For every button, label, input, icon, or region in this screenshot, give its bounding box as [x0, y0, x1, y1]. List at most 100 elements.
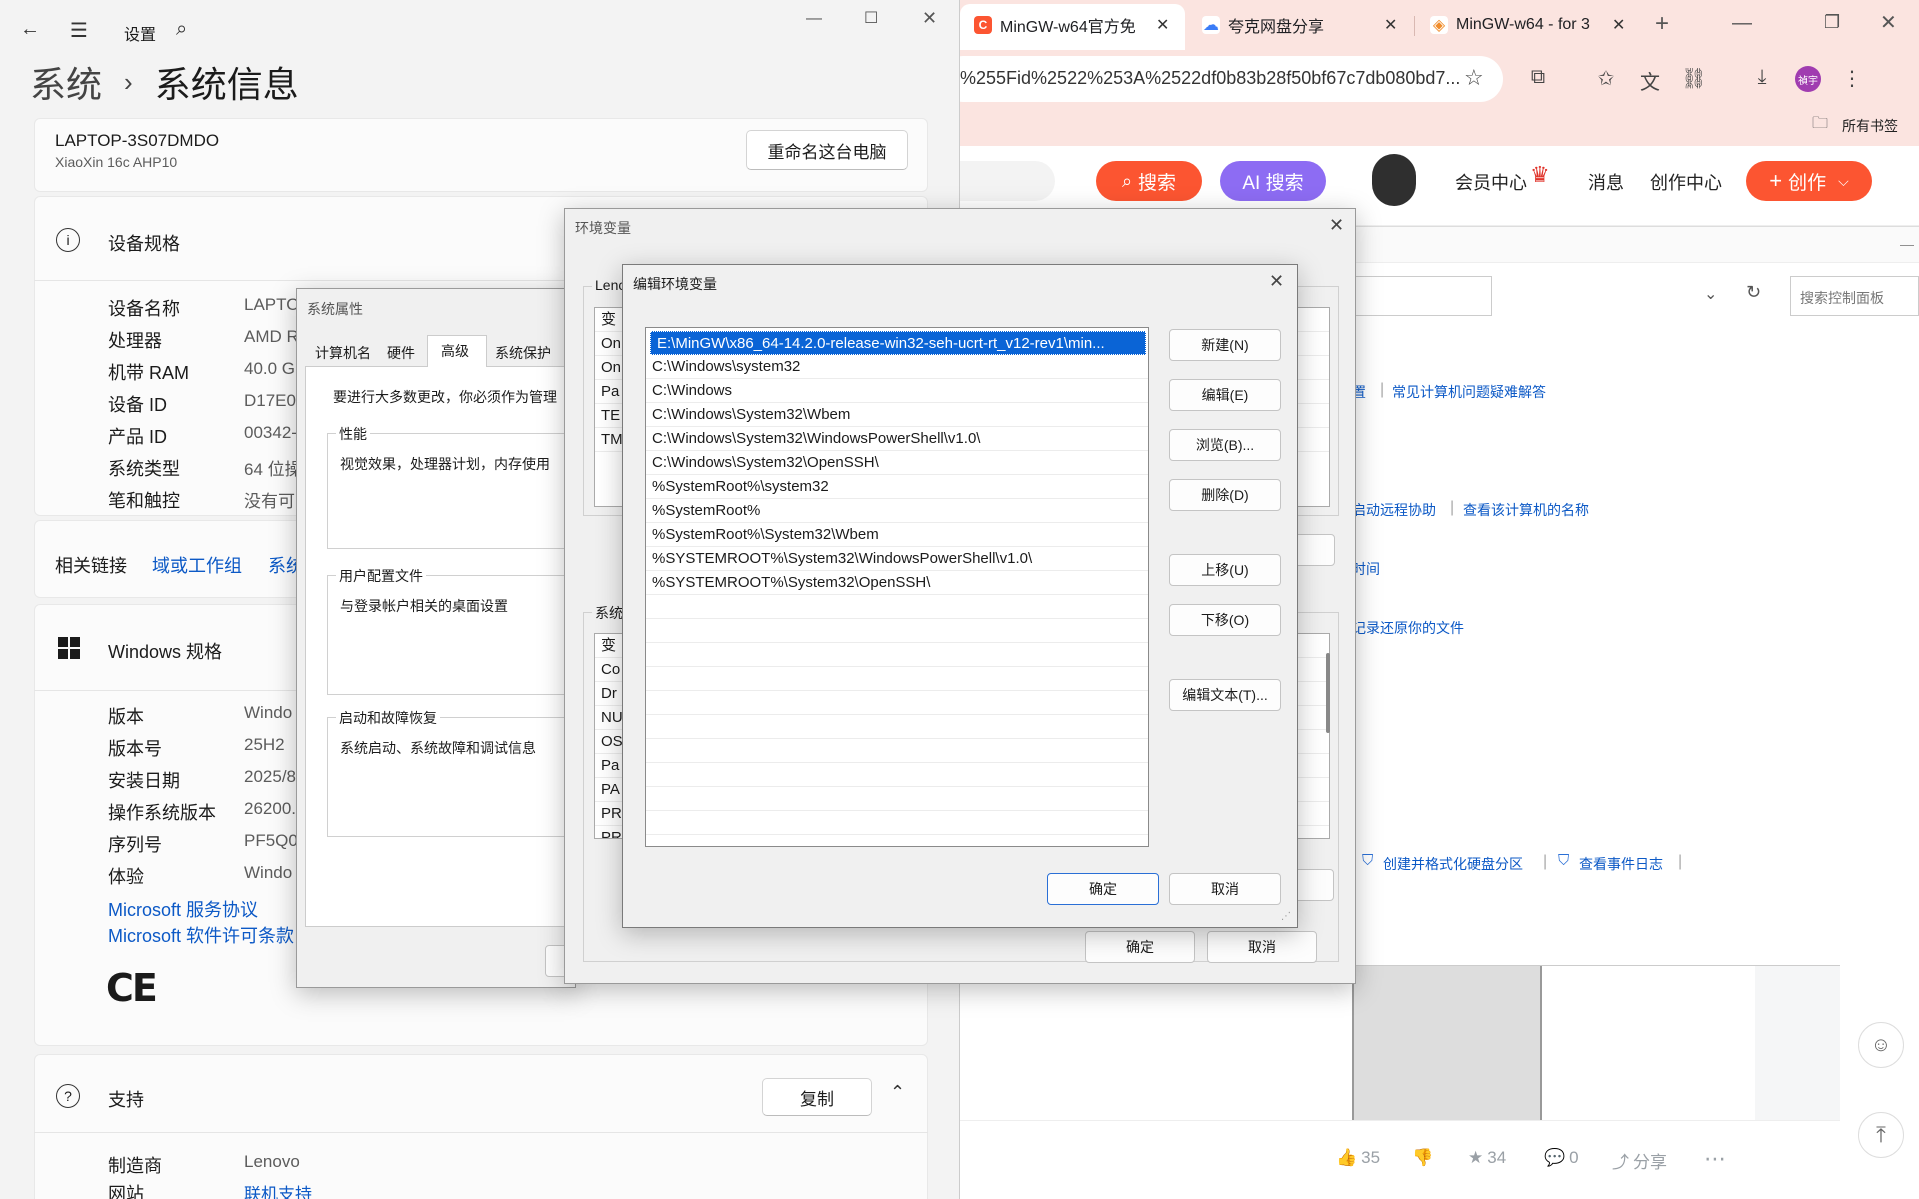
back-to-top-icon[interactable]: ⤒: [1858, 1112, 1904, 1158]
path-entry[interactable]: [646, 763, 1148, 787]
restore-icon[interactable]: ❐: [1824, 12, 1840, 33]
support-website-link[interactable]: 联机支持: [244, 1180, 312, 1199]
create-button[interactable]: + 创作 ⌵: [1746, 161, 1872, 201]
path-entry[interactable]: [646, 595, 1148, 619]
path-entry[interactable]: %SystemRoot%\System32\Wbem: [646, 523, 1148, 547]
all-bookmarks[interactable]: 所有书签: [1842, 116, 1898, 136]
browse-button[interactable]: 浏览(B)...: [1169, 429, 1281, 461]
hamburger-menu-icon[interactable]: ☰: [70, 18, 88, 43]
path-entry[interactable]: [646, 619, 1148, 643]
tab-advanced[interactable]: 高级: [441, 341, 469, 361]
path-entry[interactable]: %SystemRoot%\system32: [646, 475, 1148, 499]
path-entries-list[interactable]: E:\MinGW\x86_64-14.2.0-release-win32-seh…: [645, 327, 1149, 847]
new-button[interactable]: 新建(N): [1169, 329, 1281, 361]
search-button[interactable]: ⌕ 搜索: [1096, 161, 1202, 201]
tab-quark-share[interactable]: ☁ 夸克网盘分享: [1202, 10, 1324, 40]
tab-computer-name[interactable]: 计算机名: [315, 343, 371, 363]
path-entry[interactable]: [646, 691, 1148, 715]
related-link-domain[interactable]: 域或工作组: [152, 552, 242, 578]
path-entry[interactable]: [646, 787, 1148, 811]
nav-vip-center[interactable]: 会员中心: [1455, 169, 1527, 195]
ms-service-agreement-link[interactable]: Microsoft 服务协议: [108, 896, 258, 922]
path-entry[interactable]: [646, 739, 1148, 763]
new-tab-icon[interactable]: +: [1655, 10, 1669, 38]
env-cancel-button[interactable]: 取消: [1207, 931, 1317, 963]
user-avatar[interactable]: [1372, 154, 1416, 206]
edit-button[interactable]: 编辑(E): [1169, 379, 1281, 411]
back-arrow-icon[interactable]: ←: [20, 18, 40, 41]
cp-link-computer-name[interactable]: 查看该计算机的名称: [1463, 500, 1589, 520]
avatar[interactable]: 禎宇: [1795, 66, 1821, 92]
cancel-button[interactable]: 取消: [1169, 873, 1281, 905]
download-icon[interactable]: ⤓: [1748, 66, 1776, 89]
path-entry[interactable]: %SYSTEMROOT%\System32\OpenSSH\: [646, 571, 1148, 595]
rename-pc-button[interactable]: 重命名这台电脑: [746, 130, 908, 170]
collect-button[interactable]: ★ 34: [1468, 1148, 1506, 1168]
path-entry[interactable]: %SYSTEMROOT%\System32\WindowsPowerShell\…: [646, 547, 1148, 571]
dislike-button[interactable]: 👎: [1412, 1148, 1433, 1168]
chevron-down-icon[interactable]: ⌄: [1704, 284, 1717, 304]
close-icon[interactable]: ✕: [1612, 15, 1625, 35]
more-menu-icon[interactable]: ⋮: [1838, 66, 1866, 91]
bookmark-star-icon[interactable]: ☆: [1464, 65, 1484, 91]
minimize-icon[interactable]: —: [1900, 236, 1914, 252]
close-icon[interactable]: ✕: [1329, 215, 1344, 236]
cp-link-disk-partition[interactable]: 创建并格式化硬盘分区: [1383, 854, 1523, 874]
path-entry[interactable]: [646, 667, 1148, 691]
feedback-icon[interactable]: ☺: [1858, 1022, 1904, 1068]
copy-button[interactable]: 复制: [762, 1078, 872, 1116]
chevron-up-icon[interactable]: ⌃: [890, 1082, 905, 1103]
tab-system-protection[interactable]: 系统保护: [495, 343, 551, 363]
tab-mingw-w64[interactable]: ◈ MinGW-w64 - for 3: [1430, 10, 1600, 40]
comment-button[interactable]: 💬 0: [1544, 1148, 1579, 1168]
cp-link-troubleshoot[interactable]: 常见计算机问题疑难解答: [1392, 382, 1546, 402]
ms-license-terms-link[interactable]: Microsoft 软件许可条款: [108, 922, 294, 948]
nav-messages[interactable]: 消息: [1588, 169, 1624, 195]
env-ok-button[interactable]: 确定: [1085, 931, 1195, 963]
close-icon[interactable]: ✕: [1269, 271, 1284, 292]
ok-button[interactable]: 确定: [1047, 873, 1159, 905]
path-entry[interactable]: C:\Windows\system32: [646, 355, 1148, 379]
like-button[interactable]: 👍 35: [1336, 1148, 1380, 1168]
edit-text-button[interactable]: 编辑文本(T)...: [1169, 679, 1281, 711]
resize-grip-icon[interactable]: ⋰: [1281, 911, 1291, 922]
search-icon[interactable]: ⌕: [176, 18, 187, 41]
path-entry[interactable]: [646, 811, 1148, 835]
link-icon[interactable]: ⛓: [1680, 66, 1708, 91]
translate-icon[interactable]: 文: [1636, 66, 1664, 95]
scrollbar-thumb[interactable]: [1326, 653, 1330, 733]
tab-hardware[interactable]: 硬件: [387, 343, 415, 363]
path-entry[interactable]: E:\MinGW\x86_64-14.2.0-release-win32-seh…: [650, 331, 1146, 355]
move-up-button[interactable]: 上移(U): [1169, 554, 1281, 586]
delete-button[interactable]: 删除(D): [1169, 479, 1281, 511]
cp-link-file-history[interactable]: 记录还原你的文件: [1352, 618, 1464, 638]
path-entry[interactable]: C:\Windows\System32\Wbem: [646, 403, 1148, 427]
path-entry[interactable]: C:\Windows\System32\WindowsPowerShell\v1…: [646, 427, 1148, 451]
refresh-icon[interactable]: ↻: [1746, 282, 1761, 303]
nav-creator-center[interactable]: 创作中心: [1650, 169, 1722, 195]
path-entry[interactable]: C:\Windows\System32\OpenSSH\: [646, 451, 1148, 475]
path-entry[interactable]: %SystemRoot%: [646, 499, 1148, 523]
close-icon[interactable]: ✕: [922, 8, 937, 29]
extensions-icon[interactable]: ⧉: [1524, 66, 1552, 89]
close-window-icon[interactable]: ✕: [1880, 10, 1897, 35]
path-entry[interactable]: [646, 715, 1148, 739]
cp-link-event-log[interactable]: 查看事件日志: [1579, 854, 1663, 874]
share-button[interactable]: ⤴ 分享: [1612, 1148, 1667, 1173]
move-down-button[interactable]: 下移(O): [1169, 604, 1281, 636]
site-search-input[interactable]: [960, 161, 1055, 201]
minimize-icon[interactable]: —: [806, 10, 822, 28]
ai-search-button[interactable]: AI 搜索: [1220, 161, 1326, 201]
cp-link-time[interactable]: 时间: [1352, 559, 1380, 579]
close-icon[interactable]: ✕: [1156, 15, 1169, 35]
more-icon[interactable]: ⋯: [1704, 1146, 1726, 1172]
cp-link-remote-assist[interactable]: 启动远程协助: [1352, 500, 1436, 520]
breadcrumb-parent[interactable]: 系统: [30, 56, 102, 108]
close-icon[interactable]: ✕: [1384, 15, 1397, 35]
path-entry[interactable]: [646, 643, 1148, 667]
favorites-icon[interactable]: ✩: [1592, 66, 1620, 91]
minimize-icon[interactable]: —: [1732, 12, 1752, 35]
path-entry[interactable]: C:\Windows: [646, 379, 1148, 403]
maximize-icon[interactable]: ☐: [864, 8, 878, 28]
tab-mingw-official[interactable]: C MinGW-w64官方免: [974, 10, 1136, 40]
